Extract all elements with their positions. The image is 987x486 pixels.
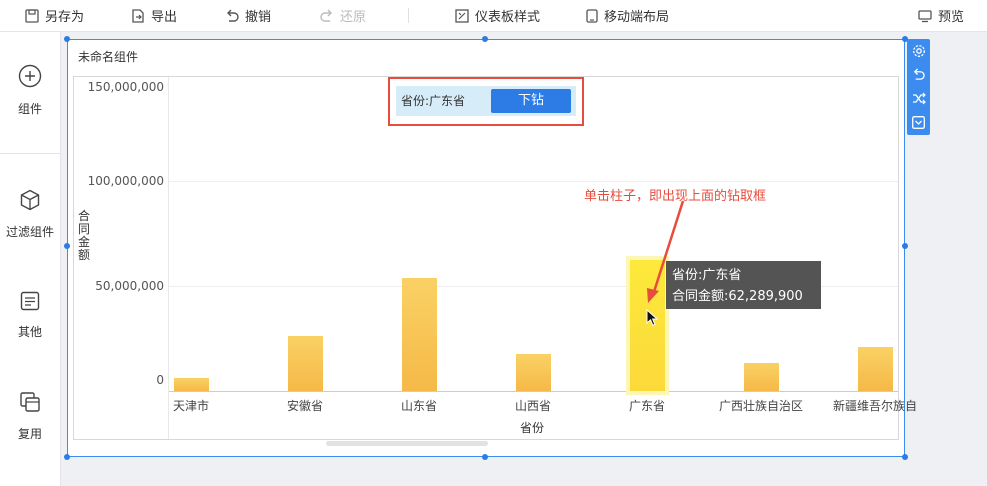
x-tick-label: 安徽省: [286, 399, 324, 413]
export-icon: [132, 8, 144, 23]
x-tick-label: 山西省: [514, 399, 552, 413]
resize-handle[interactable]: [64, 454, 70, 460]
y-tick-label: 50,000,000: [95, 279, 164, 293]
sidebar-item-filter[interactable]: 过滤组件: [0, 189, 60, 240]
bar[interactable]: [402, 277, 437, 391]
x-axis-line: [169, 391, 898, 392]
gridline: [169, 181, 898, 182]
widget-tool-strip: [907, 39, 930, 135]
x-axis-label: 省份: [520, 421, 545, 435]
y-tick-label: 100,000,000: [87, 174, 164, 188]
undo-icon: [913, 68, 925, 80]
x-tick-label: 山东省: [400, 399, 438, 413]
drill-label: 省份:广东省: [401, 94, 466, 108]
switch-button[interactable]: [910, 90, 927, 107]
bar[interactable]: [288, 336, 323, 391]
bar[interactable]: [516, 354, 551, 391]
x-tick-label: 广西壮族自治区: [718, 399, 804, 413]
sidebar-item-label: 组件: [17, 102, 42, 116]
drill-down-button[interactable]: 下钻: [491, 89, 571, 113]
undo-button[interactable]: 撤销: [225, 0, 271, 31]
resize-handle[interactable]: [482, 36, 488, 42]
undo-label: 撤销: [245, 10, 272, 25]
resize-handle[interactable]: [902, 454, 908, 460]
sidebar-item-other[interactable]: 其他: [0, 291, 60, 340]
y-tick-label: 150,000,000: [87, 80, 164, 94]
sidebar-item-components[interactable]: 组件: [0, 64, 60, 117]
more-button[interactable]: [910, 114, 927, 131]
style-icon: [455, 8, 469, 23]
sidebar-divider: [0, 153, 60, 154]
copy-icon: [20, 392, 40, 412]
resize-handle[interactable]: [482, 454, 488, 460]
x-tick-label: 天津市: [172, 399, 210, 413]
mouse-cursor-icon: [646, 309, 658, 326]
dashboard-style-label: 仪表板样式: [475, 10, 541, 25]
preview-button[interactable]: 预览: [918, 0, 964, 31]
bar[interactable]: [858, 346, 893, 391]
save-as-button[interactable]: 另存为: [25, 0, 84, 31]
widget-title: 未命名组件: [78, 50, 139, 64]
sidebar-item-reuse[interactable]: 复用: [0, 391, 60, 442]
preview-label: 预览: [938, 10, 965, 25]
resize-handle[interactable]: [902, 243, 908, 249]
x-tick-label: 新疆维吾尔族自: [832, 399, 918, 413]
resize-handle[interactable]: [64, 36, 70, 42]
redo-label: 还原: [340, 10, 367, 25]
y-axis-line: [168, 77, 169, 439]
y-tick-label: 0: [156, 373, 164, 387]
annotation-arrow-icon: [647, 200, 685, 303]
chevron-down-box-icon: [912, 116, 925, 129]
y-axis-label: 合同金额: [77, 209, 90, 262]
export-label: 导出: [151, 10, 178, 25]
tooltip-province: 省份:广东省: [672, 268, 742, 283]
sidebar-item-label: 其他: [17, 325, 42, 339]
bar[interactable]: [174, 378, 209, 391]
gear-icon: [912, 44, 925, 57]
dashboard-style-button[interactable]: 仪表板样式: [455, 0, 540, 31]
resize-handle[interactable]: [64, 243, 70, 249]
cube-icon: [20, 189, 40, 211]
horizontal-scrollbar[interactable]: [326, 441, 488, 446]
plus-circle-icon: [18, 64, 42, 88]
shuffle-icon: [912, 92, 926, 105]
widget-undo-button[interactable]: [910, 66, 927, 83]
save-icon: [25, 8, 39, 23]
left-sidebar: 组件 过滤组件 其他 复用: [0, 32, 61, 486]
bar[interactable]: [744, 362, 779, 391]
sidebar-item-label: 过滤组件: [5, 225, 54, 239]
mobile-icon: [586, 8, 598, 23]
monitor-icon: [918, 9, 932, 22]
x-tick-label: 广东省: [628, 399, 666, 413]
sidebar-item-label: 复用: [17, 427, 42, 441]
save-as-label: 另存为: [45, 10, 85, 25]
export-button[interactable]: 导出: [131, 0, 177, 31]
top-toolbar: 另存为 导出 撤销 还原 仪表板样式 移动端布局 预览: [0, 0, 987, 32]
document-icon: [20, 291, 40, 311]
undo-icon: [227, 9, 239, 22]
tooltip-amount: 合同金额:62,289,900: [672, 289, 803, 304]
mobile-layout-label: 移动端布局: [604, 10, 670, 25]
settings-button[interactable]: [910, 42, 927, 59]
redo-icon: [320, 9, 332, 22]
redo-button[interactable]: 还原: [320, 0, 366, 31]
mobile-layout-button[interactable]: 移动端布局: [586, 0, 669, 31]
toolbar-divider: [408, 8, 409, 23]
